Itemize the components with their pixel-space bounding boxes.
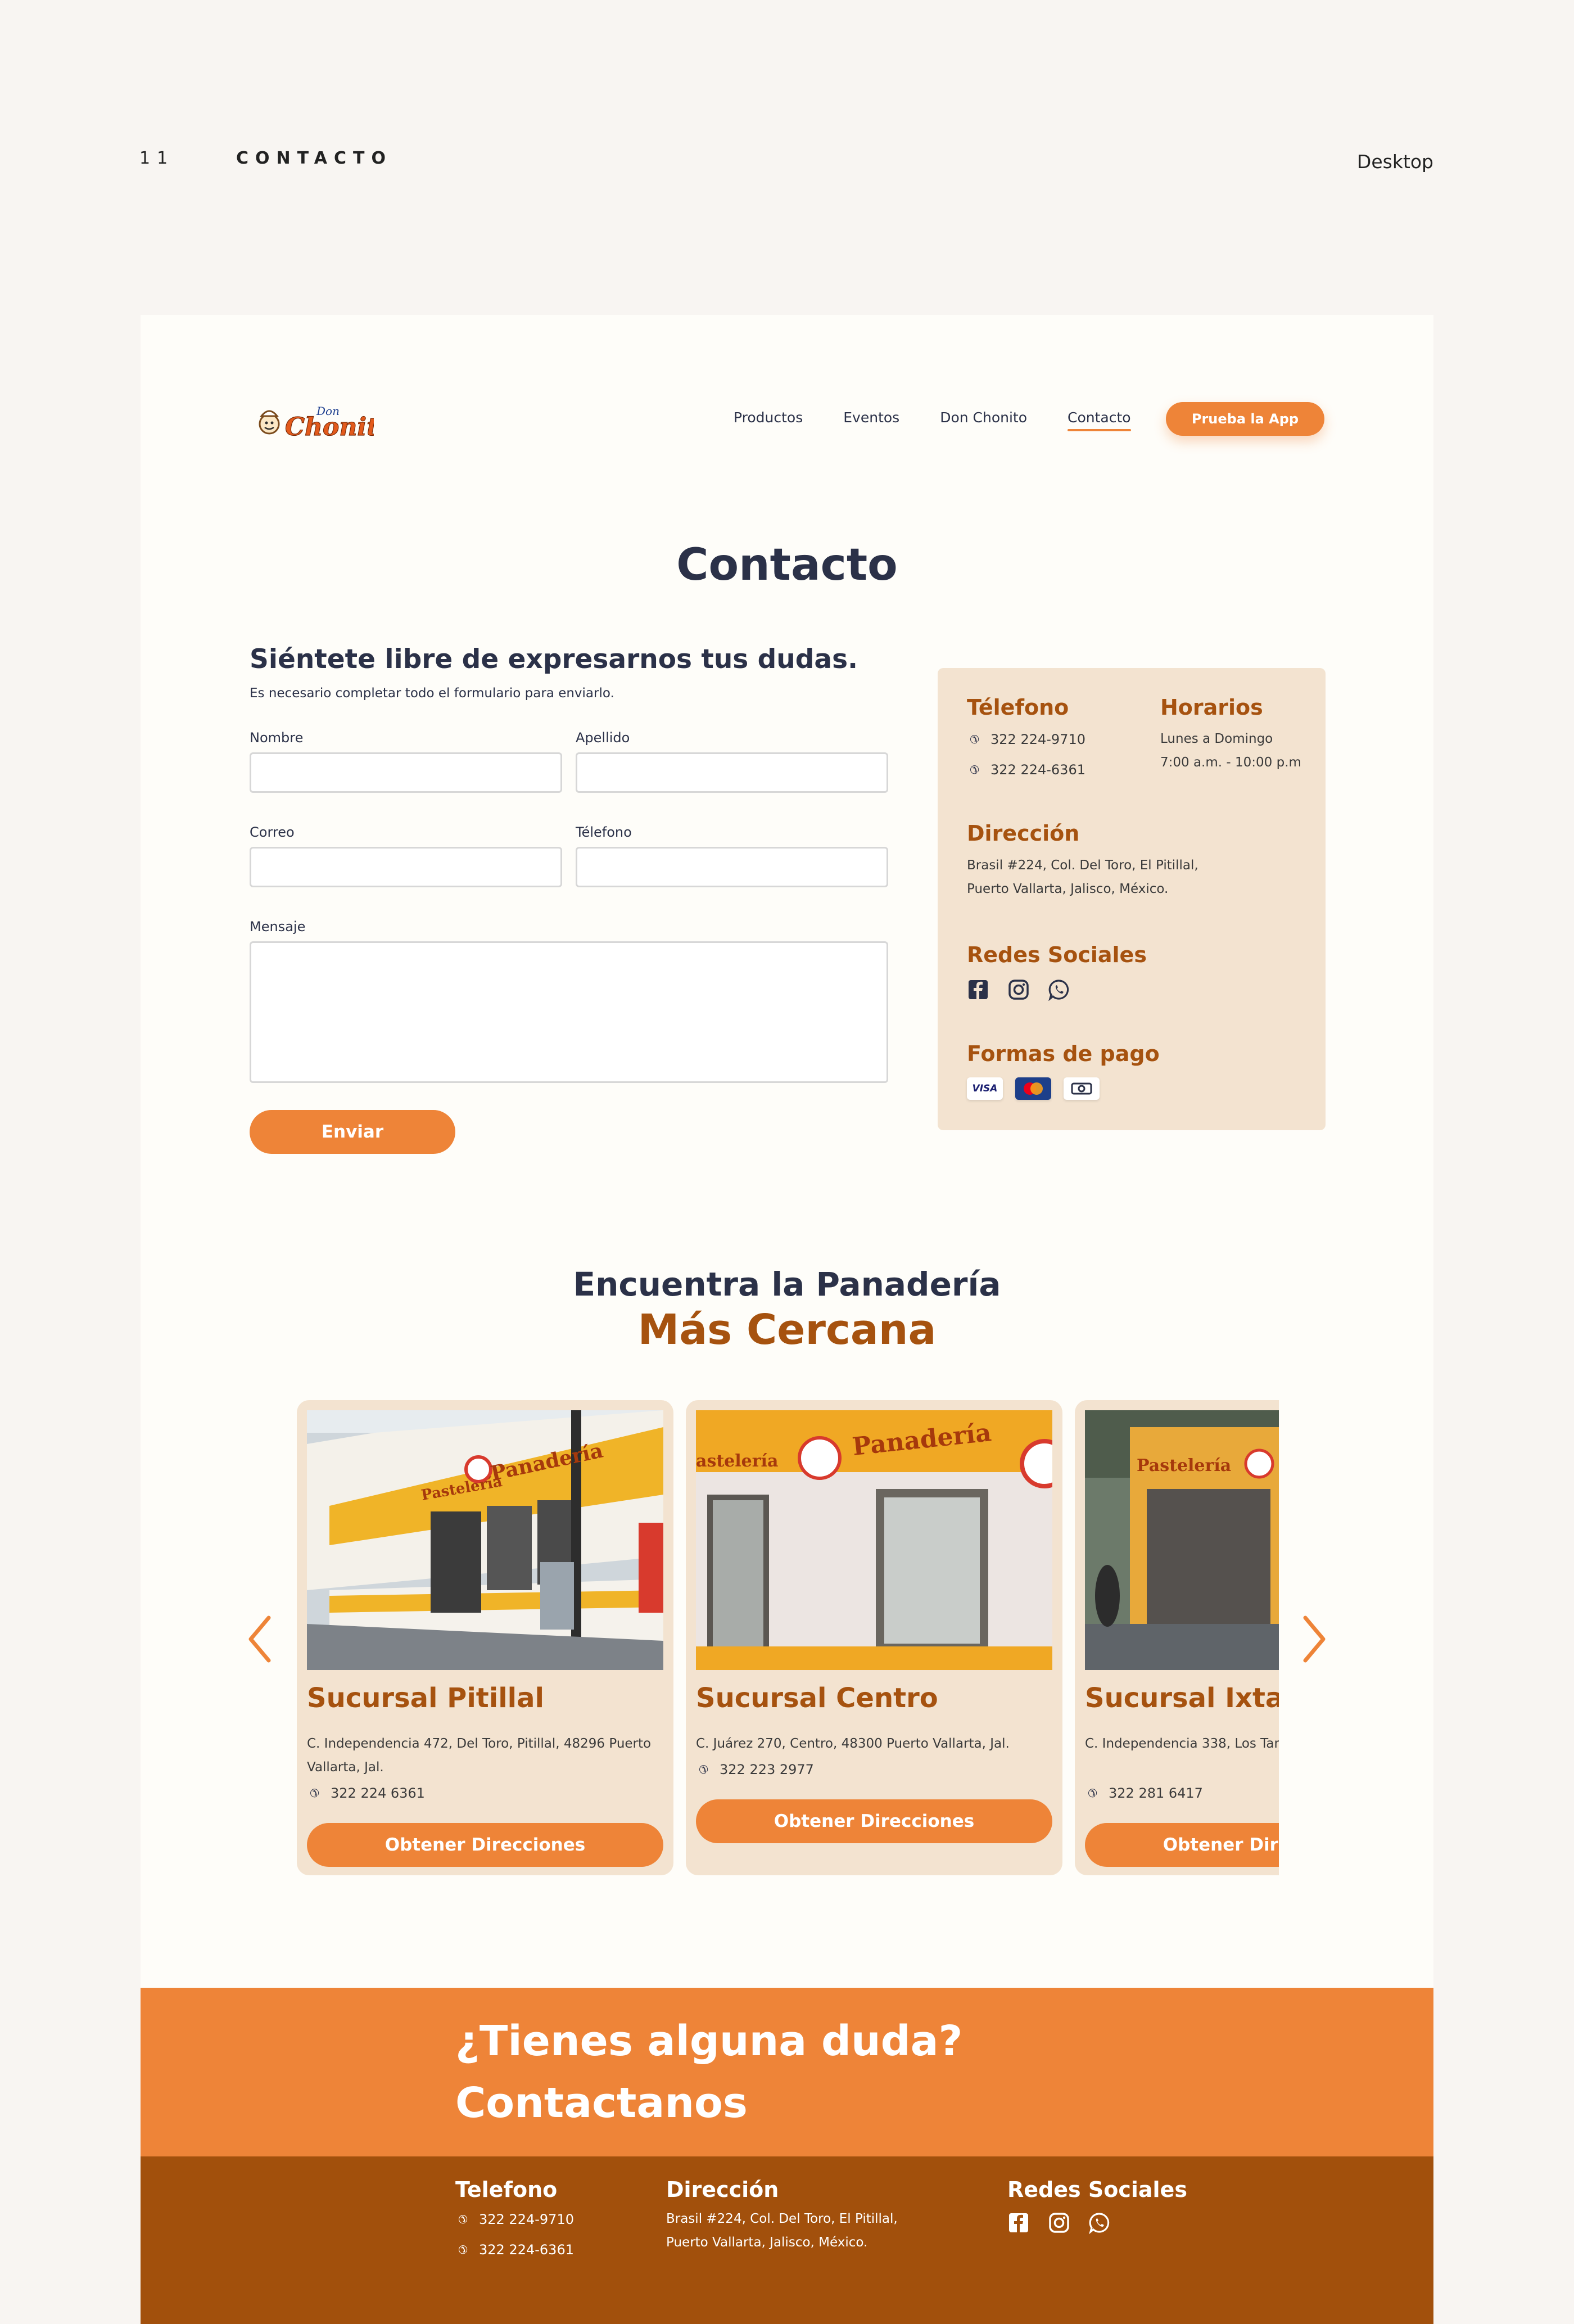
phone-heading: Télefono [967, 695, 1069, 720]
photo-sign-left: Pastelería [1137, 1456, 1231, 1475]
instagram-icon[interactable] [1048, 2212, 1070, 2234]
apellido-input[interactable] [576, 752, 888, 793]
phone-icon: ✆ [458, 2213, 468, 2226]
branch-photo: Panadería Pastelería [307, 1410, 663, 1670]
logo-text-main: Chonito [285, 413, 374, 441]
branch-address: C. Independencia 472, Del Toro, Pitillal… [307, 1736, 652, 1775]
correo-input[interactable] [250, 847, 562, 887]
footer-social-icons [1007, 2212, 1129, 2234]
send-button[interactable]: Enviar [250, 1110, 455, 1154]
phone-row[interactable]: ✆ 322 224-6361 [967, 755, 1085, 785]
carousel-prev-arrow[interactable] [243, 1611, 277, 1667]
nombre-input[interactable] [250, 752, 562, 793]
footer-address-heading: Dirección [666, 2177, 779, 2202]
footer-address-line-1: Brasil #224, Col. Del Toro, El Pitillal, [666, 2212, 898, 2226]
nearest-heading-line1: Encuentra la Panadería [573, 1265, 1001, 1303]
footer-phone-row[interactable]: ✆ 322 224-9710 [455, 2204, 574, 2235]
phone-list: ✆ 322 224-9710 ✆ 322 224-6361 [967, 724, 1085, 785]
get-directions-button[interactable]: Obtener Direcciones [1085, 1823, 1279, 1867]
hours-time: 7:00 a.m. - 10:00 p.m [1160, 755, 1301, 770]
form-note: Es necesario completar todo el formulari… [250, 686, 614, 701]
hours-days: Lunes a Domingo [1160, 732, 1273, 746]
payment-heading: Formas de pago [967, 1041, 1160, 1066]
get-directions-button[interactable]: Obtener Direcciones [696, 1799, 1052, 1843]
hours-heading: Horarios [1160, 695, 1263, 720]
social-heading: Redes Sociales [967, 942, 1147, 967]
branch-address: C. Juárez 270, Centro, 48300 Puerto Vall… [696, 1736, 1010, 1751]
mensaje-label: Mensaje [250, 919, 306, 935]
address-line-1: Brasil #224, Col. Del Toro, El Pitillal, [967, 858, 1198, 873]
facebook-icon[interactable] [1007, 2212, 1030, 2234]
whatsapp-icon[interactable] [1048, 978, 1070, 1001]
branch-name: Sucursal Pitillal [307, 1682, 544, 1714]
section-number: 11 [139, 148, 175, 168]
footer-address-line-2: Puerto Vallarta, Jalisco, México. [666, 2235, 868, 2250]
visa-icon: VISA [967, 1077, 1003, 1100]
mensaje-textarea[interactable] [250, 941, 888, 1083]
phone-icon: ✆ [970, 763, 979, 777]
phone-row[interactable]: ✆ 322 224-9710 [967, 724, 1085, 755]
nombre-label: Nombre [250, 730, 304, 746]
nearest-heading-line2: Más Cercana [637, 1306, 937, 1354]
telefono-label: Télefono [576, 824, 632, 840]
branch-card: Pastelería Sucursal Ixtapa C. Independen… [1075, 1400, 1279, 1875]
form-heading: Siéntete libre de expresarnos tus dudas. [250, 644, 858, 675]
footer-phone-heading: Telefono [455, 2177, 558, 2202]
try-app-button[interactable]: Prueba la App [1166, 402, 1324, 436]
question-band-text: ¿Tienes alguna duda? Contactanos [455, 2010, 962, 2134]
branch-card: Panadería Pastelería Sucursal Pitillal C… [297, 1400, 673, 1875]
branch-phone[interactable]: ✆ 322 223 2977 [696, 1762, 814, 1777]
branch-photo: Panadería astelería [696, 1410, 1052, 1670]
correo-label: Correo [250, 824, 295, 840]
main-nav: Productos Eventos Don Chonito Contacto [734, 409, 1172, 431]
phone-icon: ✆ [310, 1786, 319, 1800]
branch-card: Panadería astelería Sucursal Centro C. J… [686, 1400, 1062, 1875]
nav-productos[interactable]: Productos [734, 409, 803, 430]
branch-photo: Pastelería [1085, 1410, 1279, 1670]
page-title: Contacto [676, 540, 898, 590]
address-heading: Dirección [967, 821, 1080, 846]
question-line-2: Contactanos [455, 2079, 748, 2127]
branch-address: C. Independencia 338, Los Tamarindos, Ix… [1085, 1736, 1279, 1751]
whatsapp-icon[interactable] [1088, 2212, 1111, 2234]
address-line-2: Puerto Vallarta, Jalisco, México. [967, 882, 1169, 896]
don-chonito-logo[interactable]: Don Chonito [256, 399, 395, 444]
desktop-frame: Don Chonito Productos Eventos Don Chonit… [141, 315, 1433, 2324]
branch-phone[interactable]: ✆ 322 281 6417 [1085, 1785, 1203, 1801]
phone-icon: ✆ [699, 1763, 708, 1776]
branch-phone[interactable]: ✆ 322 224 6361 [307, 1785, 425, 1801]
instagram-icon[interactable] [1007, 978, 1030, 1001]
device-label: Desktop [1356, 151, 1433, 173]
social-icons [967, 978, 1088, 1001]
payment-icons: VISA [967, 1077, 1112, 1100]
apellido-label: Apellido [576, 730, 630, 746]
footer-phone-list: ✆ 322 224-9710 ✆ 322 224-6361 [455, 2204, 574, 2265]
cash-icon [1064, 1077, 1100, 1100]
footer-social-heading: Redes Sociales [1007, 2177, 1187, 2202]
nav-eventos[interactable]: Eventos [843, 409, 899, 430]
carousel-next-arrow[interactable] [1297, 1611, 1331, 1667]
phone-icon: ✆ [458, 2243, 468, 2257]
nav-don-chonito[interactable]: Don Chonito [940, 409, 1027, 430]
question-line-1: ¿Tienes alguna duda? [455, 2017, 963, 2065]
branches-carousel: Panadería Pastelería Sucursal Pitillal C… [141, 1400, 1279, 1906]
branch-name: Sucursal Centro [696, 1682, 938, 1714]
contact-info-card: Télefono ✆ 322 224-9710 ✆ 322 224-6361 Hor… [938, 668, 1326, 1130]
telefono-input[interactable] [576, 847, 888, 887]
branch-name: Sucursal Ixtapa [1085, 1682, 1279, 1714]
mastercard-icon [1015, 1077, 1051, 1100]
facebook-icon[interactable] [967, 978, 989, 1001]
photo-sign-left: astelería [696, 1451, 778, 1471]
footer-phone-row[interactable]: ✆ 322 224-6361 [455, 2235, 574, 2265]
section-title: CONTACTO [236, 148, 392, 168]
get-directions-button[interactable]: Obtener Direcciones [307, 1823, 663, 1867]
phone-icon: ✆ [1088, 1786, 1097, 1800]
phone-icon: ✆ [970, 733, 979, 746]
nav-contacto[interactable]: Contacto [1068, 409, 1131, 431]
